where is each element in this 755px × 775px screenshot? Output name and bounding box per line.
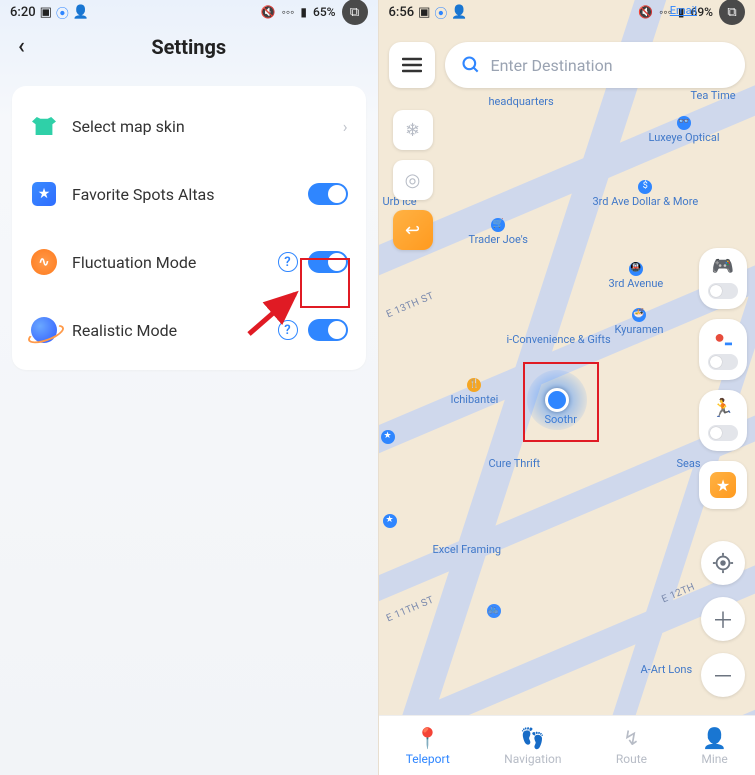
record-icon: ●▂ xyxy=(714,327,732,348)
avatar-icon: 👤 xyxy=(73,5,89,20)
poi-dot[interactable]: ★ xyxy=(381,430,395,446)
battery-label: 65% xyxy=(313,5,335,19)
nav-label: Teleport xyxy=(406,752,450,766)
road-label: E 13TH ST xyxy=(384,291,435,321)
bottom-nav: 📍 Teleport 👣 Navigation ↯ Route 👤 Mine xyxy=(379,715,755,775)
poi[interactable]: headquarters xyxy=(489,96,554,108)
route-icon: ↯ xyxy=(623,726,640,750)
poi-dot[interactable]: ★ xyxy=(383,514,397,530)
planet-icon xyxy=(30,316,58,344)
teleport-icon: 📍 xyxy=(415,726,440,750)
back-button[interactable]: ‹ xyxy=(18,34,25,59)
top-bar: Enter Destination xyxy=(389,42,746,88)
poi[interactable]: Seas xyxy=(677,458,701,470)
road-label: E 11TH ST xyxy=(384,595,435,625)
fluctuation-toggle[interactable] xyxy=(308,251,348,273)
map-tool-stack: ❄ ◎ ↩ xyxy=(393,110,433,250)
locate-button[interactable] xyxy=(701,541,745,585)
walk-toggle[interactable] xyxy=(708,425,738,441)
row-label: Favorite Spots Altas xyxy=(72,185,308,204)
status-bar: 6:20 ▣ ⦿ 👤 🔇 ◦◦◦ ▮ 65% ⧉ xyxy=(0,0,378,22)
settings-card: Select map skin › ★ Favorite Spots Altas… xyxy=(12,86,366,370)
settings-screen: 6:20 ▣ ⦿ 👤 🔇 ◦◦◦ ▮ 65% ⧉ ‹ Settings Sele… xyxy=(0,0,378,775)
nav-route[interactable]: ↯ Route xyxy=(616,726,647,766)
nav-label: Route xyxy=(616,752,647,766)
poi[interactable]: Tea Time xyxy=(691,90,736,102)
poi[interactable]: Cure Thrift xyxy=(489,458,541,470)
record-mode-card: ●▂ xyxy=(699,319,747,380)
favorite-spots-row: ★ Favorite Spots Altas xyxy=(12,160,366,228)
realistic-mode-row: Realistic Mode ? xyxy=(12,296,366,364)
annotation-arrow xyxy=(245,288,305,338)
image-icon: ▣ xyxy=(418,5,430,20)
poi[interactable]: 🚇3rd Avenue xyxy=(609,262,664,290)
mode-stack: 🎮 ●▂ 🏃 ★ xyxy=(699,248,747,509)
locate-icon xyxy=(712,552,734,574)
mute-icon: 🔇 xyxy=(638,5,653,19)
poi[interactable]: $3rd Ave Dollar & More xyxy=(593,180,699,208)
nav-navigation[interactable]: 👣 Navigation xyxy=(504,726,561,766)
navigation-icon: 👣 xyxy=(520,726,545,750)
walk-mode-card: 🏃 xyxy=(699,390,747,451)
folder-back-button[interactable]: ↩ xyxy=(393,210,433,250)
row-label: Select map skin xyxy=(72,117,343,136)
fluctuation-mode-row: ∿ Fluctuation Mode ? xyxy=(12,228,366,296)
status-time: 6:56 xyxy=(389,5,415,20)
walk-icon: 🏃 xyxy=(712,398,734,419)
screencap-icon[interactable]: ⧉ xyxy=(719,0,745,25)
nav-label: Navigation xyxy=(504,752,561,766)
menu-button[interactable] xyxy=(389,42,435,88)
joystick-toggle[interactable] xyxy=(708,283,738,299)
header: ‹ Settings xyxy=(0,22,378,72)
snow-button[interactable]: ❄ xyxy=(393,110,433,150)
select-map-skin-row[interactable]: Select map skin › xyxy=(12,92,366,160)
star-icon: ★ xyxy=(30,180,58,208)
mine-icon: 👤 xyxy=(702,726,727,750)
nav-mine[interactable]: 👤 Mine xyxy=(701,726,727,766)
status-time: 6:20 ▣ ⦿ 👤 xyxy=(10,3,89,22)
joystick-icon: 🎮 xyxy=(712,256,734,277)
page-title: Settings xyxy=(151,35,226,59)
poi[interactable]: 🍜Kyuramen xyxy=(615,308,664,336)
map-screen: E 13TH ST E 11TH ST E 12TH headquarters … xyxy=(378,0,755,775)
mute-icon: 🔇 xyxy=(261,5,276,19)
realistic-toggle[interactable] xyxy=(308,319,348,341)
map-controls: ＋ － xyxy=(701,541,745,697)
search-icon xyxy=(461,55,481,75)
status-bar: 6:56 ▣ ⦿ 👤 🔇 ◦◦◦ ▮ 69% ⧉ xyxy=(379,0,755,22)
chevron-right-icon: › xyxy=(343,117,348,136)
location-pin-icon: ⦿ xyxy=(434,3,447,22)
zoom-in-button[interactable]: ＋ xyxy=(701,597,745,641)
poi-dot[interactable]: 🚲 xyxy=(487,604,501,620)
shirt-icon xyxy=(30,112,58,140)
record-toggle[interactable] xyxy=(708,354,738,370)
image-icon: ▣ xyxy=(40,5,52,20)
signal-icon: ▮ xyxy=(300,5,307,19)
hamburger-icon xyxy=(402,57,422,73)
nav-label: Mine xyxy=(701,752,727,766)
nav-teleport[interactable]: 📍 Teleport xyxy=(406,726,450,766)
wifi-icon: ◦◦◦ xyxy=(282,5,295,19)
email-link[interactable]: Email xyxy=(670,4,697,17)
joystick-mode-card: 🎮 xyxy=(699,248,747,309)
fluctuation-icon: ∿ xyxy=(30,248,58,276)
row-label: Fluctuation Mode xyxy=(72,253,278,272)
favorite-button[interactable]: ★ xyxy=(699,461,747,509)
poi[interactable]: 👓Luxeye Optical xyxy=(649,116,720,144)
zoom-out-button[interactable]: － xyxy=(701,653,745,697)
poi[interactable]: 🛒Trader Joe's xyxy=(469,218,528,246)
favorite-toggle[interactable] xyxy=(308,183,348,205)
poi[interactable]: Excel Framing xyxy=(433,544,502,556)
compass-button[interactable]: ◎ xyxy=(393,160,433,200)
search-input[interactable]: Enter Destination xyxy=(445,42,746,88)
poi[interactable]: A-Art Lons xyxy=(641,664,693,676)
help-icon[interactable]: ? xyxy=(278,252,298,272)
location-pin-icon: ⦿ xyxy=(56,3,69,22)
avatar-icon: 👤 xyxy=(451,5,467,20)
star-icon: ★ xyxy=(710,472,736,498)
poi[interactable]: 🍴Ichibantei xyxy=(451,378,499,406)
current-location-marker xyxy=(527,370,587,430)
search-placeholder: Enter Destination xyxy=(491,56,613,75)
poi[interactable]: i-Convenience & Gifts xyxy=(507,334,611,346)
